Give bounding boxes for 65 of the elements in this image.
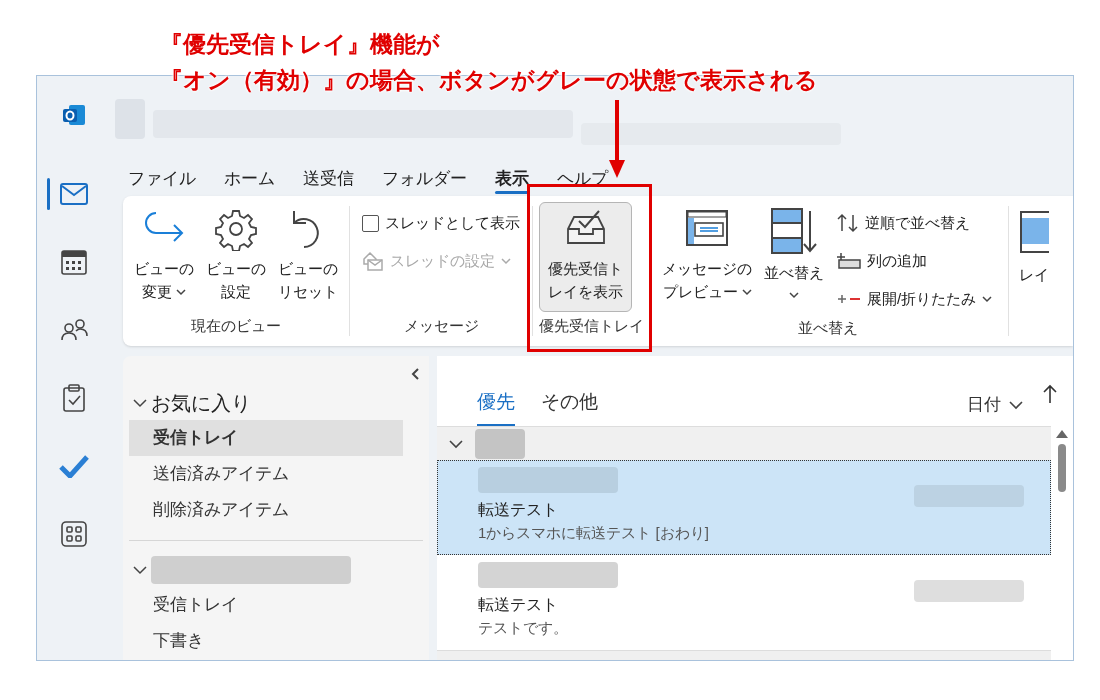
ribbon-button[interactable]: 並べ替え <box>759 202 829 312</box>
add-column-icon <box>837 252 861 270</box>
message-subject: 転送テスト <box>478 595 559 615</box>
ribbon-button[interactable]: 展開/折りたたみ <box>837 284 993 314</box>
chevron-down-icon <box>982 295 993 303</box>
sort-columns-icon <box>770 207 818 255</box>
chevron-down-icon <box>1009 400 1023 410</box>
ribbon-button[interactable]: 逆順で並べ替え <box>837 208 993 238</box>
up-down-arrows-icon <box>837 213 859 233</box>
chevron-down-icon[interactable] <box>133 398 147 408</box>
sort-direction-up-icon[interactable] <box>1043 384 1057 404</box>
folder-item[interactable]: 削除済みアイテム <box>129 492 423 528</box>
message-preview: テストです。 <box>478 618 569 638</box>
plus-minus-icon <box>837 292 861 306</box>
calendar-icon <box>61 249 87 275</box>
scrollbar-thumb[interactable] <box>1058 444 1066 492</box>
folder-group-header[interactable]: お気に入り <box>151 388 251 418</box>
ribbon-button[interactable]: ビューの 変更 <box>129 202 199 312</box>
layout-icon <box>1019 210 1050 254</box>
mail-tab[interactable]: その他 <box>541 382 598 426</box>
checkmark-icon <box>59 454 89 478</box>
folder-item[interactable]: 下書き <box>129 623 423 659</box>
menu-tab[interactable]: フォルダー <box>382 163 467 194</box>
annotation-text: 『優先受信トレイ』機能が <box>160 30 441 59</box>
blurred-text <box>475 428 525 459</box>
checkbox-option[interactable]: スレッドとして表示 <box>362 208 520 238</box>
folder-item[interactable]: 送信済みアイテム <box>129 456 423 492</box>
collapse-pane-icon[interactable] <box>411 368 419 380</box>
ribbon-button[interactable]: レイ <box>1019 264 1050 287</box>
menu-tab[interactable]: ファイル <box>128 163 196 194</box>
message-preview: 1からスマホに転送テスト [おわり] <box>478 523 710 543</box>
chevron-down-icon <box>449 438 463 449</box>
menu-tab[interactable]: 送受信 <box>303 163 354 194</box>
group-label: 優先受信トレイ <box>539 316 644 336</box>
ribbon-button[interactable]: 列の追加 <box>837 246 993 276</box>
group-label: 並べ替え <box>796 318 859 338</box>
mail-icon <box>60 183 88 205</box>
menu-tab[interactable]: 表示 <box>495 163 529 194</box>
app-logo-icon <box>61 102 87 128</box>
chevron-down-icon <box>176 287 186 296</box>
chevron-down-icon[interactable] <box>133 565 147 575</box>
menu-tab[interactable]: ホーム <box>224 163 275 194</box>
chevron-down-icon <box>501 257 511 265</box>
sort-dropdown[interactable]: 日付 <box>967 382 1023 426</box>
group-label: 現在のビュー <box>190 316 282 336</box>
people-icon <box>60 318 88 342</box>
ribbon-button[interactable]: メッセージの プレビュー <box>657 202 757 312</box>
checkbox[interactable] <box>362 214 379 232</box>
chevron-down-icon <box>741 287 752 296</box>
clipboard-icon <box>63 384 85 412</box>
message-subject: 転送テスト <box>478 500 559 520</box>
envelope-stack-icon <box>362 251 384 271</box>
ribbon-button[interactable]: ビューの 設定 <box>201 202 271 312</box>
folder-item[interactable]: 受信トレイ <box>129 587 423 623</box>
group-label: メッセージ <box>402 316 480 336</box>
scroll-up-icon[interactable] <box>1056 430 1068 438</box>
chevron-down-icon <box>789 291 799 299</box>
folder-item[interactable]: 受信トレイ <box>129 420 403 456</box>
ribbon-button[interactable]: ビューの リセット <box>273 202 343 312</box>
apps-icon <box>61 521 87 547</box>
ribbon-button[interactable]: 優先受信ト レイを表示 <box>539 202 632 312</box>
mail-tab[interactable]: 優先 <box>477 382 515 426</box>
message-row[interactable]: 転送テスト 1からスマホに転送テスト [おわり] <box>437 460 1051 555</box>
gear-icon <box>214 207 258 251</box>
annotation-text: 『オン（有効）』の場合、ボタンがグレーの状態で表示される <box>160 66 818 95</box>
